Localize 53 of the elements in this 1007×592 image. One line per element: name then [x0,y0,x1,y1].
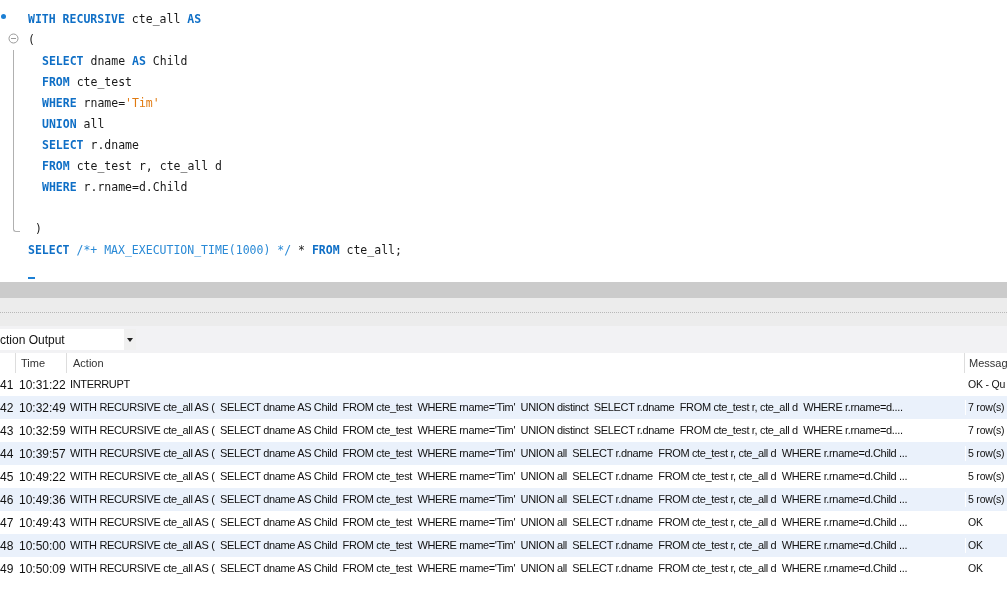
code-line: WHERE rname='Tim' [42,95,160,110]
code-line: SELECT r.dname [42,137,139,152]
code-line: SELECT /*+ MAX_EXECUTION_TIME(1000) */ * FROM cte_all; [28,242,402,257]
table-cell-text: WITH RECURSIVE cte_all AS ( SELECT dname AS Child FROM cte_test WHERE rname='Tim' UNION all SELECT r.dname FROM cte_test r, cte_all d WHERE r.rname=d.Child ... [69,492,909,508]
row-number: 42 [0,399,15,417]
table-cell: OK [965,560,1007,577]
row-number: 44 [0,445,15,463]
table-cell-text: 10:49:43 [18,514,67,532]
table-cell-text: WITH RECURSIVE cte_all AS ( SELECT dname AS Child FROM cte_test WHERE rname='Tim' UNION all SELECT r.dname FROM cte_test r, cte_all d WHERE r.rname=d.Child ... [69,446,909,462]
table-cell-text: 10:32:59 [18,422,67,440]
dropdown-caret-icon [127,337,133,342]
table-cell: OK [965,537,1007,554]
table-cell-text: WITH RECURSIVE cte_all AS ( SELECT dname AS Child FROM cte_test WHERE rname='Tim' UNION all SELECT r.dname FROM cte_test r, cte_all d WHERE r.rname=d.Child ... [69,561,909,577]
table-cell-text: 10:50:09 [18,560,67,578]
table-cell-text: WITH RECURSIVE cte_all AS ( SELECT dname AS Child FROM cte_test WHERE rname='Tim' UNION all SELECT r.dname FROM cte_test r, cte_all d WHERE r.rname=d.Child ... [69,469,909,485]
table-cell-text: WITH RECURSIVE cte_all AS ( SELECT dname AS Child FROM cte_test WHERE rname='Tim' UNION distinct SELECT r.dname FROM cte_test r, cte_all d WHERE r.rname=d.... [69,423,904,439]
text-cursor [28,277,35,279]
code-line: SELECT dname AS Child [42,53,188,68]
table-cell: 5 row(s) [965,468,1007,485]
table-cell-text: 10:31:22 [18,376,67,394]
code-line: ( [28,32,35,47]
table-cell-text: 10:39:57 [18,445,67,463]
code-line: WHERE r.rname=d.Child [42,179,188,194]
table-cell: 5 row(s) [965,491,1007,508]
row-number: 47 [0,514,15,532]
row-number: 48 [0,537,15,555]
code-line: UNION all [42,116,105,131]
row-number: 49 [0,560,15,578]
table-cell: OK [965,514,1007,531]
table-cell-text: WITH RECURSIVE cte_all AS ( SELECT dname AS Child FROM cte_test WHERE rname='Tim' UNION all SELECT r.dname FROM cte_test r, cte_all d WHERE r.rname=d.Child ... [69,538,909,554]
row-number: 45 [0,468,15,486]
table-cell-text: WITH RECURSIVE cte_all AS ( SELECT dname AS Child FROM cte_test WHERE rname='Tim' UNION distinct SELECT r.dname FROM cte_test r, cte_all d WHERE r.rname=d.... [69,400,904,416]
code-line: ) [35,221,42,236]
collapse-icon[interactable] [8,33,19,44]
table-cell-text: 10:49:36 [18,491,67,509]
table-cell-text: WITH RECURSIVE cte_all AS ( SELECT dname AS Child FROM cte_test WHERE rname='Tim' UNION all SELECT r.dname FROM cte_test r, cte_all d WHERE r.rname=d.Child ... [69,515,909,531]
table-cell: 5 row(s) [965,445,1007,462]
code-line: FROM cte_test r, cte_all d [42,158,223,173]
table-cell-text: 10:49:22 [18,468,67,486]
table-cell: OK - Qu [965,376,1007,393]
code-line: FROM cte_test [42,74,132,89]
row-number: 46 [0,491,15,509]
table-cell-text: 10:50:00 [18,537,67,555]
row-number: 41 [0,376,15,394]
table-cell: 7 row(s) [965,399,1007,416]
splitter-bar[interactable] [0,282,1007,298]
table-cell-text: 10:32:49 [18,399,67,417]
output-selector[interactable]: ction Output [0,329,136,350]
table-cell-text: INTERRUPT [69,377,131,393]
row-number: 43 [0,422,15,440]
column-header[interactable]: Messag [965,353,1007,373]
table-cell: 7 row(s) [965,422,1007,439]
code-line: WITH RECURSIVE cte_all AS [28,11,202,26]
